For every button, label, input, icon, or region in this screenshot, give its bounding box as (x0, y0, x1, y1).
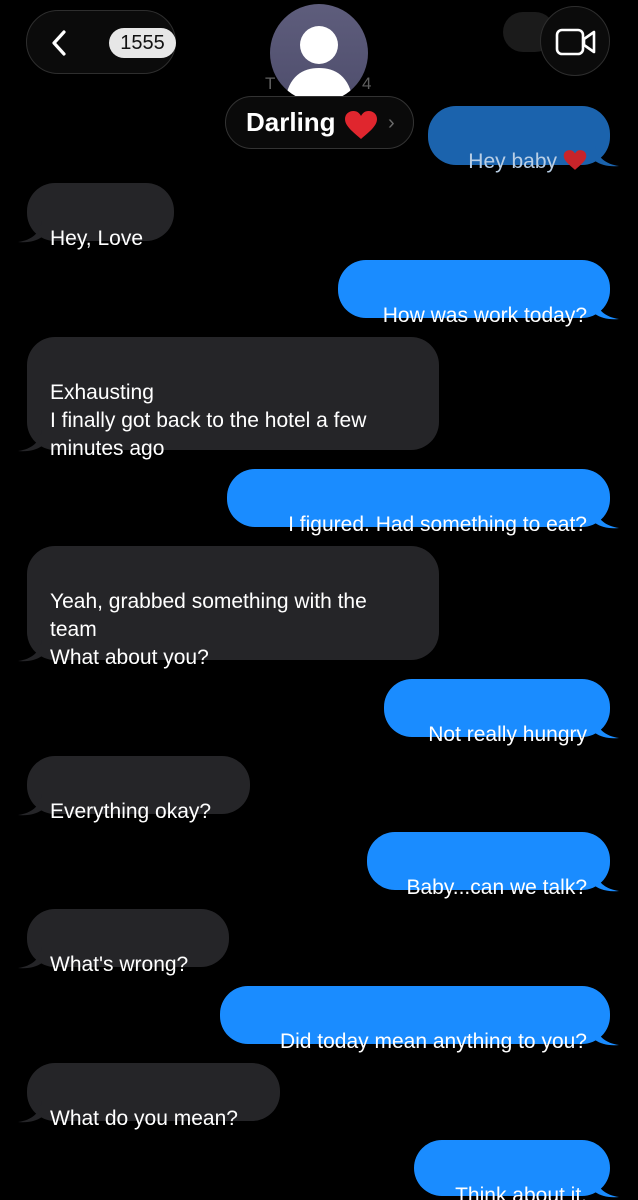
message-text: I figured. Had something to eat? (288, 513, 587, 536)
message-text: Yeah, grabbed something with the team Wh… (50, 590, 367, 669)
message-text: What's wrong? (50, 953, 189, 976)
bubble-tail (595, 145, 619, 167)
bubble-tail (18, 947, 42, 969)
message-bubble-received[interactable]: What do you mean? (18, 1063, 280, 1130)
bubble-tail (18, 640, 42, 662)
bubble-tail (595, 1176, 619, 1198)
message-text: Did today mean anything to you? (279, 1030, 587, 1053)
message-bubble-received[interactable]: What's wrong? (18, 909, 229, 976)
message-bubble-received[interactable]: Yeah, grabbed something with the team Wh… (18, 546, 439, 669)
red-heart-icon (344, 110, 378, 145)
message-text: Think about it. (455, 1184, 587, 1200)
message-text: What do you mean? (50, 1107, 238, 1130)
bubble-tail (18, 794, 42, 816)
bubble-tail (595, 298, 619, 320)
message-bubble-received[interactable]: Hey, Love (18, 183, 174, 250)
message-bubble-sent[interactable]: Did today mean anything to you? (220, 986, 619, 1053)
back-button[interactable]: 1555 (26, 10, 176, 74)
bubble-tail (595, 507, 619, 529)
bubble-tail (595, 870, 619, 892)
messages-screen: 1555 T 4 Darling › Hey baby Hey, Love Ho… (0, 0, 638, 1200)
unread-count-badge: 1555 (109, 28, 176, 58)
message-text: Everything okay? (50, 800, 212, 823)
message-text: Not really hungry (428, 723, 587, 746)
red-heart-icon (563, 149, 587, 179)
video-camera-icon (555, 28, 596, 56)
header-peek-text-right: 4 (362, 74, 372, 93)
message-bubble-sent[interactable]: Not really hungry (384, 679, 619, 746)
header-peek-text-left: T (265, 74, 276, 93)
bubble-tail (595, 1024, 619, 1046)
message-text: Hey, Love (50, 227, 143, 250)
bubble-tail (18, 1101, 42, 1123)
message-bubble-received[interactable]: Exhausting I finally got back to the hot… (18, 337, 439, 460)
message-text: Hey baby (468, 150, 557, 173)
contact-name-button[interactable]: Darling › (225, 96, 414, 149)
message-bubble-sent[interactable]: How was work today? (338, 260, 619, 327)
message-bubble-sent[interactable]: Hey baby (428, 106, 619, 173)
message-bubble-sent[interactable]: Think about it. (414, 1140, 619, 1200)
message-text: How was work today? (382, 304, 587, 327)
contact-name: Darling (246, 107, 336, 137)
message-text: Baby...can we talk? (406, 876, 587, 899)
bubble-tail (18, 430, 42, 452)
message-bubble-received[interactable]: Everything okay? (18, 756, 250, 823)
chevron-left-icon (49, 29, 69, 62)
bubble-tail (18, 221, 42, 243)
chevron-right-icon: › (388, 112, 395, 134)
bubble-tail (595, 717, 619, 739)
person-silhouette-icon (285, 26, 353, 102)
message-bubble-sent[interactable]: Baby...can we talk? (367, 832, 619, 899)
message-text: Exhausting I finally got back to the hot… (50, 381, 367, 460)
contact-avatar[interactable] (270, 4, 368, 102)
video-call-button[interactable] (540, 6, 610, 76)
message-bubble-sent[interactable]: I figured. Had something to eat? (227, 469, 619, 536)
